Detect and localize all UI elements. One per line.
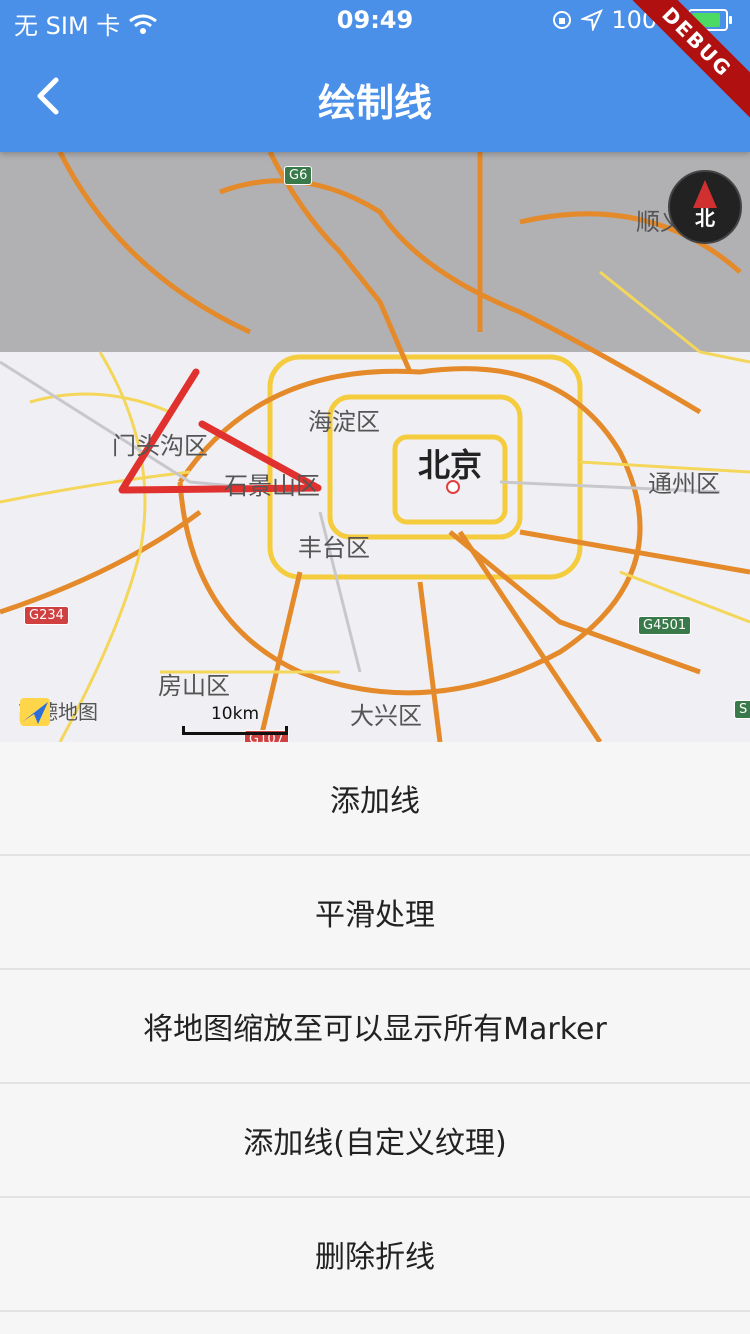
road-badge-g6: G6 xyxy=(284,166,313,185)
app-bar: 无 SIM 卡 09:49 100% 绘制线 DEBUG xyxy=(0,0,750,152)
rotation-lock-icon xyxy=(553,11,572,29)
capital-marker-icon xyxy=(446,480,460,494)
action-list: 添加线 平滑处理 将地图缩放至可以显示所有Marker 添加线(自定义纹理) 删… xyxy=(0,742,750,1312)
add-line-button[interactable]: 添加线 xyxy=(0,742,750,856)
map-label-daxing: 大兴区 xyxy=(350,702,422,730)
remove-polyline-button[interactable]: 删除折线 xyxy=(0,1198,750,1312)
road-badge-s: S xyxy=(734,700,750,719)
map-scale: 10km xyxy=(182,704,288,735)
add-line-custom-texture-button[interactable]: 添加线(自定义纹理) xyxy=(0,1084,750,1198)
map-view[interactable]: 顺义 海淀区 门头沟区 石景山区 北京 通州区 丰台区 房山区 大兴区 G6 G… xyxy=(0,152,750,742)
smooth-button[interactable]: 平滑处理 xyxy=(0,856,750,970)
road-badge-g234: G234 xyxy=(24,606,69,625)
map-label-haidian: 海淀区 xyxy=(308,408,380,436)
zoom-to-markers-button[interactable]: 将地图缩放至可以显示所有Marker xyxy=(0,970,750,1084)
map-scale-bar xyxy=(182,726,288,735)
map-label-beijing: 北京 xyxy=(418,446,483,484)
compass[interactable]: 北 xyxy=(668,170,742,244)
map-label-tongzhou: 通州区 xyxy=(648,470,720,498)
location-arrow-icon xyxy=(581,9,604,31)
toolbar: 绘制线 xyxy=(0,40,750,152)
amap-logo-icon xyxy=(20,698,50,726)
map-label-fangshan: 房山区 xyxy=(158,672,230,700)
map-logo: 高德地图 xyxy=(18,696,98,726)
map-label-fengtai: 丰台区 xyxy=(298,534,370,562)
road-badge-g4501: G4501 xyxy=(638,616,692,635)
map-label-mentougou: 门头沟区 xyxy=(112,432,208,460)
page-title: 绘制线 xyxy=(317,81,432,125)
compass-north-label: 北 xyxy=(695,206,715,230)
map-scale-label: 10km xyxy=(210,704,260,724)
map-label-shijingshan: 石景山区 xyxy=(224,472,320,500)
